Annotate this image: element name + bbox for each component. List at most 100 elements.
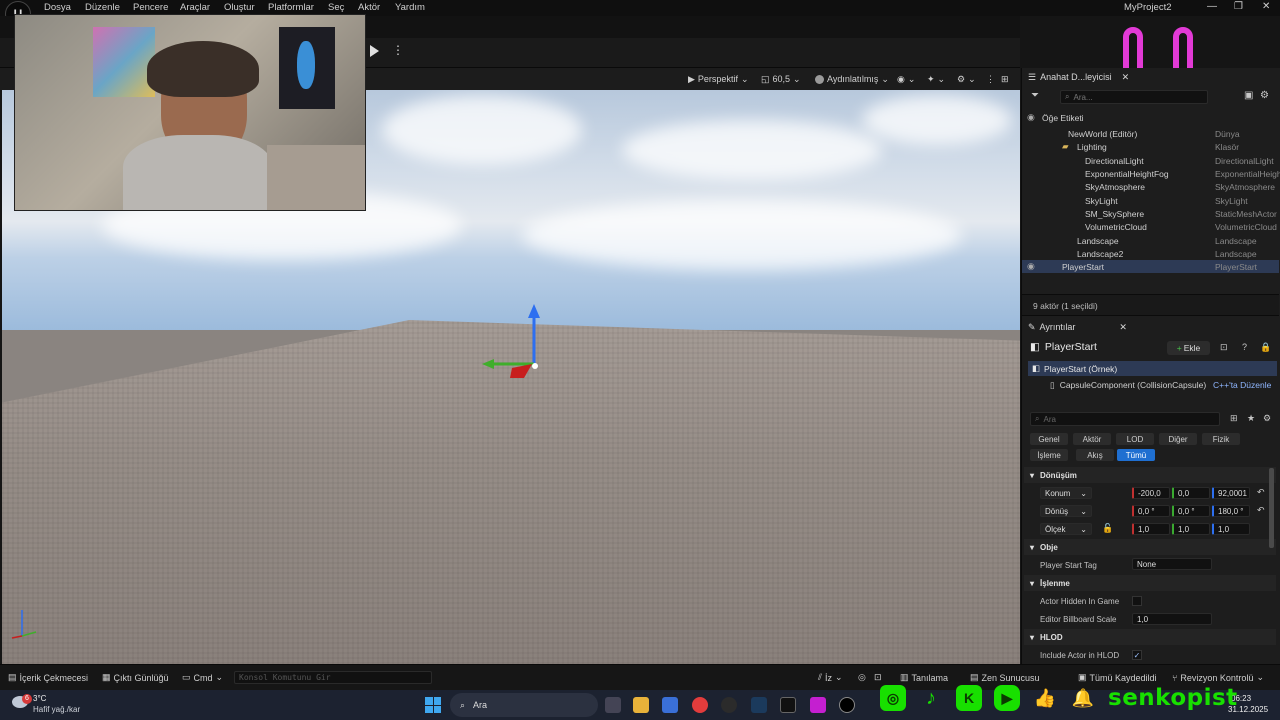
chrome-icon[interactable] bbox=[692, 697, 708, 713]
location-x-field[interactable]: -200,0 bbox=[1132, 487, 1170, 499]
outliner-row[interactable]: SkyLight SkyLight bbox=[1022, 194, 1279, 207]
category-general[interactable]: Genel bbox=[1030, 433, 1068, 445]
outliner-row[interactable]: DirectionalLight DirectionalLight bbox=[1022, 154, 1279, 167]
outliner-row[interactable]: SM_SkySphere StaticMeshActor bbox=[1022, 207, 1279, 220]
section-transform[interactable]: ▾ Dönüşüm bbox=[1024, 467, 1276, 483]
actor-hidden-checkbox[interactable] bbox=[1132, 596, 1142, 606]
player-start-tag-field[interactable]: None bbox=[1132, 558, 1212, 570]
cmd-dropdown[interactable]: ▭ Cmd ⌄ bbox=[182, 672, 223, 683]
restore-button[interactable]: ❐ bbox=[1234, 1, 1243, 12]
category-streaming[interactable]: Akış bbox=[1076, 449, 1114, 461]
more-options-icon[interactable]: ⋮ bbox=[392, 43, 404, 57]
menu-file[interactable]: Dosya bbox=[44, 2, 71, 13]
layout-button[interactable]: ⊞ bbox=[996, 71, 1014, 87]
settings-dropdown[interactable]: ⚙ ⌄ bbox=[952, 71, 981, 87]
close-button[interactable]: ✕ bbox=[1262, 1, 1270, 12]
tab-outliner[interactable]: ☰ Anahat D...leyicisi ✕ bbox=[1028, 68, 1129, 86]
instance-row[interactable]: ◧ PlayerStart (Örnek) bbox=[1028, 361, 1277, 376]
location-z-field[interactable]: 92,0001 bbox=[1212, 487, 1250, 499]
steam-icon[interactable] bbox=[751, 697, 767, 713]
location-y-field[interactable]: 0,0 bbox=[1172, 487, 1210, 499]
star-icon[interactable]: ★ bbox=[1247, 413, 1255, 424]
menu-platforms[interactable]: Platformlar bbox=[268, 2, 314, 13]
cpp-edit-link[interactable]: C++'ta Düzenle bbox=[1213, 380, 1271, 390]
menu-window[interactable]: Pencere bbox=[133, 2, 168, 13]
scale-x-field[interactable]: 1,0 bbox=[1132, 523, 1170, 535]
play-icon[interactable] bbox=[370, 45, 379, 57]
minimize-button[interactable]: — bbox=[1207, 1, 1217, 12]
filter-icon[interactable]: ⏷ bbox=[1031, 90, 1039, 101]
reset-icon[interactable]: ↶ bbox=[1257, 505, 1265, 516]
category-physics[interactable]: Fizik bbox=[1202, 433, 1240, 445]
menu-help[interactable]: Yardım bbox=[395, 2, 425, 13]
help-icon[interactable]: ? bbox=[1242, 342, 1247, 352]
rotation-x-field[interactable]: 0,0 ° bbox=[1132, 505, 1170, 517]
details-scrollbar[interactable] bbox=[1269, 468, 1274, 548]
billboard-scale-field[interactable]: 1,0 bbox=[1132, 613, 1212, 625]
revision-control-button[interactable]: ⑂ Revizyon Kontrolü ⌄ bbox=[1172, 672, 1264, 683]
category-actor[interactable]: Aktör bbox=[1073, 433, 1111, 445]
outliner-row[interactable]: Landscape2 Landscape bbox=[1022, 247, 1279, 260]
outliner-row-selected[interactable]: ◉ PlayerStart PlayerStart bbox=[1022, 260, 1279, 273]
blueprint-icon[interactable]: ⊡ bbox=[1220, 342, 1228, 353]
add-component-button[interactable]: + Ekle bbox=[1167, 341, 1210, 355]
lock-icon[interactable]: 🔓 bbox=[1102, 523, 1113, 534]
trace-dropdown[interactable]: ⫽ İz ⌄ bbox=[818, 672, 843, 683]
lighting-dropdown[interactable]: Aydınlatılmış ⌄ bbox=[810, 71, 894, 87]
close-icon[interactable]: ✕ bbox=[1119, 322, 1127, 333]
epic-games-icon[interactable] bbox=[780, 697, 796, 713]
file-explorer-icon[interactable] bbox=[633, 697, 649, 713]
fov-dropdown[interactable]: ◱ 60,5 ⌄ bbox=[756, 71, 806, 87]
eye-icon[interactable]: ◉ bbox=[1027, 261, 1035, 272]
section-hlod[interactable]: ▾ HLOD bbox=[1024, 629, 1276, 645]
rotation-z-field[interactable]: 180,0 ° bbox=[1212, 505, 1250, 517]
category-misc[interactable]: Diğer bbox=[1159, 433, 1197, 445]
lock-icon[interactable]: 🔒 bbox=[1260, 342, 1271, 353]
store-icon[interactable] bbox=[662, 697, 678, 713]
outliner-row[interactable]: VolumetricCloud VolumetricCloud bbox=[1022, 220, 1279, 233]
menu-actor[interactable]: Aktör bbox=[358, 2, 380, 13]
include-hlod-checkbox[interactable]: ✓ bbox=[1132, 650, 1142, 660]
gear-icon[interactable]: ⚙ bbox=[1260, 90, 1269, 101]
tab-details[interactable]: ✎ Ayrıntılar ✕ bbox=[1028, 318, 1127, 336]
rotation-y-field[interactable]: 0,0 ° bbox=[1172, 505, 1210, 517]
windows-start-icon[interactable] bbox=[425, 697, 441, 713]
content-drawer-button[interactable]: ▤ İçerik Çekmecesi bbox=[8, 672, 88, 683]
outliner-row[interactable]: NewWorld (Editör) Dünya bbox=[1022, 127, 1279, 140]
diagnostics-button[interactable]: ▥ Tanılama bbox=[900, 672, 948, 683]
location-dropdown[interactable]: Konum ⌄ bbox=[1040, 487, 1092, 499]
menu-edit[interactable]: Düzenle bbox=[85, 2, 120, 13]
scale-y-field[interactable]: 1,0 bbox=[1172, 523, 1210, 535]
task-view-icon[interactable] bbox=[605, 697, 621, 713]
menu-tools[interactable]: Araçlar bbox=[180, 2, 210, 13]
eye-icon[interactable]: ◉ bbox=[1027, 112, 1035, 123]
menu-select[interactable]: Seç bbox=[328, 2, 344, 13]
twitch-icon[interactable] bbox=[810, 697, 826, 713]
zen-server-button[interactable]: ▤ Zen Sunucusu bbox=[970, 672, 1040, 683]
section-rendering[interactable]: ▾ İşlenme bbox=[1024, 575, 1276, 591]
gear-icon[interactable]: ⚙ bbox=[1263, 413, 1271, 424]
x-axis-arrow[interactable] bbox=[510, 364, 532, 378]
outliner-row[interactable]: SkyAtmosphere SkyAtmosphere bbox=[1022, 180, 1279, 193]
camera-icon[interactable]: ⊡ bbox=[874, 672, 882, 683]
details-search-input[interactable]: ⌕ Ara bbox=[1030, 412, 1220, 426]
rotation-dropdown[interactable]: Dönüş ⌄ bbox=[1040, 505, 1092, 517]
outliner-row[interactable]: ExponentialHeightFog ExponentialHeigh bbox=[1022, 167, 1280, 180]
output-log-button[interactable]: ▦ Çıktı Günlüğü bbox=[102, 672, 169, 683]
component-row[interactable]: ▯ CapsuleComponent (CollisionCapsule) C++'… bbox=[1028, 378, 1277, 392]
outliner-search-input[interactable]: ⌕ Ara... bbox=[1060, 90, 1208, 104]
unreal-engine-icon[interactable] bbox=[839, 697, 855, 713]
menu-build[interactable]: Oluştur bbox=[224, 2, 255, 13]
snap-dropdown[interactable]: ✦ ⌄ bbox=[922, 71, 950, 87]
grid-view-icon[interactable]: ⊞ bbox=[1230, 413, 1238, 424]
add-folder-icon[interactable]: ▣ bbox=[1244, 90, 1253, 101]
console-input[interactable]: Konsol Komutunu Gir bbox=[234, 671, 432, 684]
outliner-row[interactable]: Landscape Landscape bbox=[1022, 234, 1279, 247]
weather-widget[interactable]: 6 bbox=[12, 694, 32, 714]
record-icon[interactable]: ◎ bbox=[858, 672, 866, 683]
category-all[interactable]: Tümü bbox=[1117, 449, 1155, 461]
transform-gizmo[interactable] bbox=[472, 300, 552, 380]
outliner-row[interactable]: ▰ Lighting Klasör bbox=[1022, 140, 1279, 153]
taskbar-search[interactable]: ⌕ Ara bbox=[450, 693, 598, 717]
scale-z-field[interactable]: 1,0 bbox=[1212, 523, 1250, 535]
